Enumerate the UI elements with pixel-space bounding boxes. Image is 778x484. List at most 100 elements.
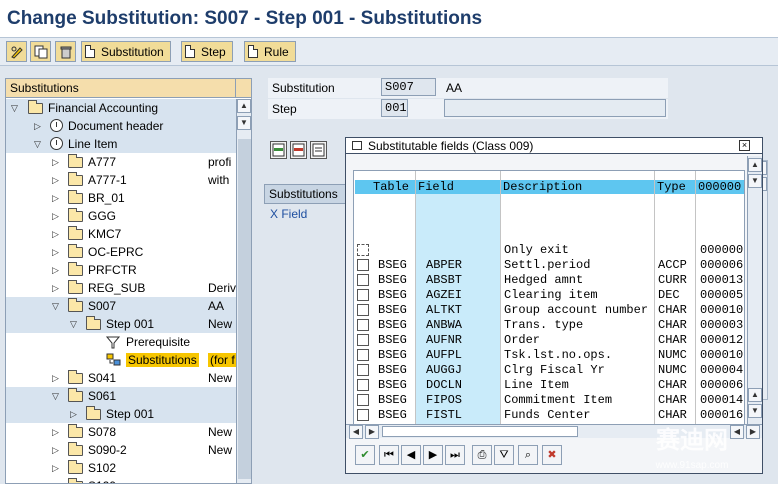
step-description-field[interactable] xyxy=(444,99,666,117)
table-row[interactable]: BSEG AUFNR Order CHAR 000012 xyxy=(354,333,744,348)
insert-row-button[interactable] xyxy=(270,141,287,159)
step-field[interactable]: 001 xyxy=(381,99,408,117)
row-checkbox[interactable] xyxy=(357,334,369,346)
row-checkbox[interactable] xyxy=(357,409,369,421)
collapsed-arrow-icon[interactable]: ▷ xyxy=(52,264,62,276)
tree-node[interactable]: ▽ Line Item xyxy=(6,135,236,153)
expanded-arrow-icon[interactable]: ▽ xyxy=(70,318,80,330)
table-row[interactable]: Only exit 000000 xyxy=(354,243,744,258)
table-row[interactable]: BSEG ANBWA Trans. type CHAR 000003 xyxy=(354,318,744,333)
tree-node[interactable]: ▽ Step 001 New xyxy=(6,315,236,333)
expanded-arrow-icon[interactable]: ▽ xyxy=(52,300,62,312)
table-row[interactable]: BSEG ABPER Settl.period ACCP 000006 xyxy=(354,258,744,273)
first-page-icon[interactable]: ⏮ xyxy=(379,445,399,465)
tree-node[interactable]: ▷ PRFCTR xyxy=(6,261,236,279)
table-row[interactable]: BSEG ABSBT Hedged amnt CURR 000013 xyxy=(354,273,744,288)
collapsed-arrow-icon[interactable]: ▷ xyxy=(52,282,62,294)
column-header-type[interactable]: Type xyxy=(655,180,695,194)
tree-node[interactable]: Substitutions (for f xyxy=(6,351,237,369)
tree-node[interactable]: ▽ S007 AA xyxy=(6,297,236,315)
scroll-down-icon[interactable]: ▼ xyxy=(748,174,762,188)
step-button[interactable]: Step xyxy=(181,41,233,62)
collapsed-arrow-icon[interactable]: ▷ xyxy=(52,228,62,240)
row-checkbox[interactable] xyxy=(357,274,369,286)
tree-node[interactable]: ▷ S129 xyxy=(6,477,236,483)
table-row[interactable]: BSEG AGZEI Clearing item DEC 000005 xyxy=(354,288,744,303)
row-checkbox[interactable] xyxy=(357,289,369,301)
tree-node[interactable]: ▷ GGG xyxy=(6,207,236,225)
scroll-down-icon[interactable]: ▼ xyxy=(237,116,251,130)
substitutions-tab[interactable]: Substitutions xyxy=(264,184,346,204)
column-header-table[interactable]: Table xyxy=(355,180,415,194)
tree-scrollbar[interactable]: ▲ ▼ xyxy=(236,99,251,483)
collapsed-arrow-icon[interactable]: ▷ xyxy=(52,462,62,474)
table-row[interactable]: BSEG ALTKT Group account number CHAR 000010 xyxy=(354,303,744,318)
substitution-field[interactable]: S007 xyxy=(381,78,436,96)
close-icon[interactable]: × xyxy=(739,140,750,151)
table-row[interactable]: BSEG DOCLN Line Item CHAR 000006 xyxy=(354,378,744,393)
print-icon[interactable]: ⎙ xyxy=(472,445,492,465)
expanded-arrow-icon[interactable]: ▽ xyxy=(34,138,44,150)
substitution-button[interactable]: Substitution xyxy=(81,41,171,62)
tree-node[interactable]: ▷ S102 xyxy=(6,459,236,477)
scroll-up-icon[interactable]: ▲ xyxy=(748,158,762,172)
collapsed-arrow-icon[interactable]: ▷ xyxy=(52,192,62,204)
tree-node[interactable]: ▽ S061 xyxy=(6,387,236,405)
select-row-button[interactable] xyxy=(310,141,327,159)
delete-row-button[interactable] xyxy=(290,141,307,159)
scroll-thumb[interactable] xyxy=(382,426,578,437)
scroll-right-icon[interactable]: ▶ xyxy=(365,425,379,439)
row-checkbox[interactable] xyxy=(357,349,369,361)
tree-node[interactable]: ▷ BR_01 xyxy=(6,189,236,207)
scroll-up-icon[interactable]: ▲ xyxy=(748,388,762,402)
next-page-icon[interactable]: ▶ xyxy=(423,445,443,465)
expanded-arrow-icon[interactable]: ▽ xyxy=(11,102,21,114)
collapsed-arrow-icon[interactable]: ▷ xyxy=(52,210,62,222)
collapsed-arrow-icon[interactable]: ▷ xyxy=(52,156,62,168)
row-checkbox[interactable] xyxy=(357,259,369,271)
row-checkbox[interactable] xyxy=(357,319,369,331)
table-row[interactable]: BSEG FISTL Funds Center CHAR 000016 xyxy=(354,408,744,423)
filter-icon[interactable]: ⛛ xyxy=(494,445,514,465)
collapsed-arrow-icon[interactable]: ▷ xyxy=(52,246,62,258)
row-checkbox[interactable] xyxy=(357,394,369,406)
grid-vertical-scrollbar[interactable]: ▲ ▼ ▲ ▼ xyxy=(747,156,762,430)
collapsed-arrow-icon[interactable]: ▷ xyxy=(70,408,80,420)
collapsed-arrow-icon[interactable]: ▷ xyxy=(52,174,62,186)
last-page-icon[interactable]: ⏭ xyxy=(445,445,465,465)
column-header-field[interactable]: Field xyxy=(416,180,500,194)
tree-node[interactable]: Prerequisite xyxy=(6,333,236,351)
expanded-arrow-icon[interactable]: ▽ xyxy=(52,390,62,402)
edit-pencil-icon[interactable] xyxy=(6,41,27,62)
column-header-description[interactable]: Description xyxy=(501,180,654,194)
column-header-length[interactable]: 000000 xyxy=(696,180,744,194)
collapsed-arrow-icon[interactable]: ▷ xyxy=(52,480,62,483)
tree-node[interactable]: ▷ Step 001 xyxy=(6,405,236,423)
table-row[interactable]: BSEG AUFPL Tsk.lst.no.ops. NUMC 000010 xyxy=(354,348,744,363)
rule-button[interactable]: Rule xyxy=(244,41,296,62)
tree-node[interactable]: ▷ KMC7 xyxy=(6,225,236,243)
tree-node[interactable]: ▽ Financial Accounting xyxy=(6,99,236,117)
previous-page-icon[interactable]: ◀ xyxy=(401,445,421,465)
tree-node[interactable]: ▷ OC-EPRC xyxy=(6,243,236,261)
scroll-up-icon[interactable]: ▲ xyxy=(237,99,251,113)
tree-node[interactable]: ▷ Document header xyxy=(6,117,236,135)
substitution-field-entry[interactable]: X Field xyxy=(270,207,307,221)
row-checkbox[interactable] xyxy=(357,379,369,391)
scroll-left-icon[interactable]: ◀ xyxy=(349,425,363,439)
scroll-thumb[interactable] xyxy=(238,139,251,479)
table-row[interactable]: BSEG AUGGJ Clrg Fiscal Yr NUMC 000004 xyxy=(354,363,744,378)
cancel-x-icon[interactable]: ✖ xyxy=(542,445,562,465)
collapsed-arrow-icon[interactable]: ▷ xyxy=(52,444,62,456)
tree-node[interactable]: ▷ A777-1 with xyxy=(6,171,236,189)
row-checkbox[interactable] xyxy=(357,304,369,316)
confirm-check-icon[interactable]: ✔ xyxy=(355,445,375,465)
row-checkbox[interactable] xyxy=(357,364,369,376)
table-row[interactable]: BSEG FIPOS Commitment Item CHAR 000014 xyxy=(354,393,744,408)
tree-node[interactable]: ▷ A777 profi xyxy=(6,153,236,171)
delete-button[interactable] xyxy=(55,41,76,62)
row-checkbox[interactable] xyxy=(357,244,369,256)
collapsed-arrow-icon[interactable]: ▷ xyxy=(34,120,44,132)
find-icon[interactable]: ⌕ xyxy=(518,445,538,465)
collapsed-arrow-icon[interactable]: ▷ xyxy=(52,372,62,384)
